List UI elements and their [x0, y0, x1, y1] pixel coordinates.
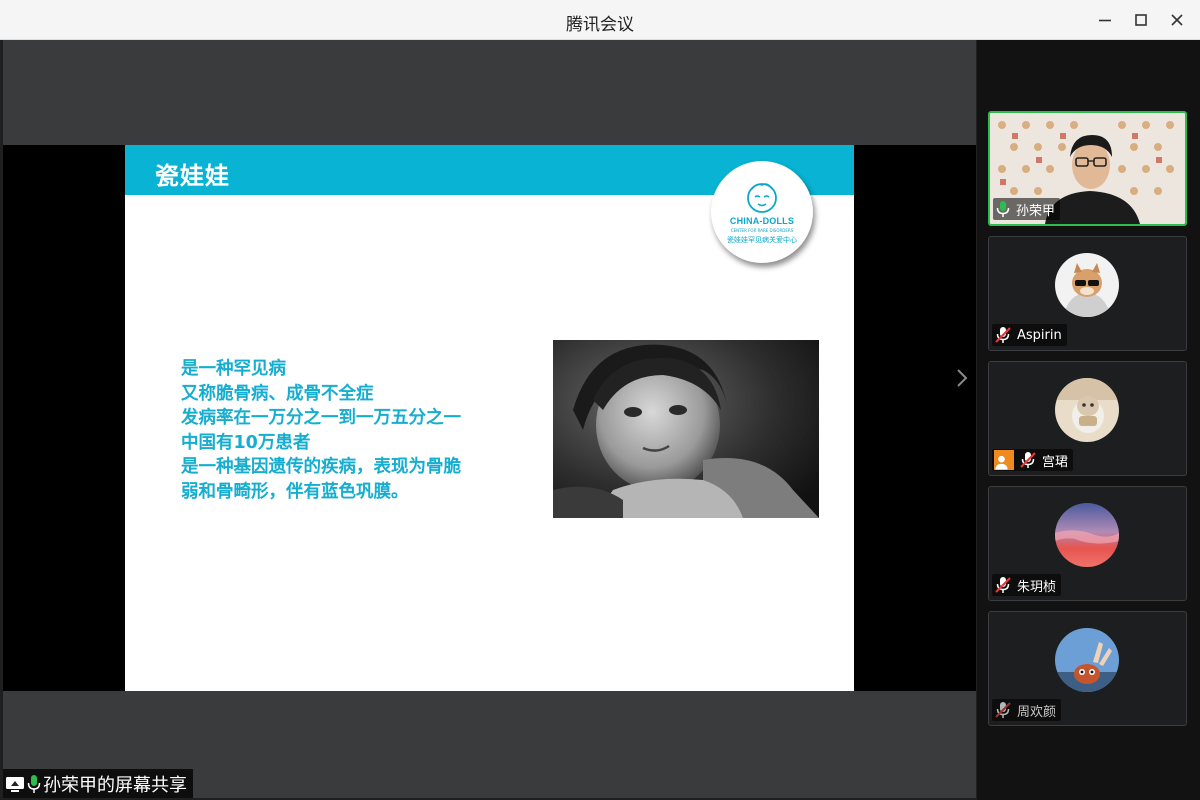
muted-microphone-icon [995, 577, 1011, 593]
minimize-button[interactable] [1091, 6, 1119, 34]
screen-share-icon [6, 776, 24, 792]
participants-panel: 孙荣甲 Aspirin 宫珺 朱玥桢 周欢颜 [977, 40, 1200, 800]
participant-name: Aspirin [1017, 327, 1062, 343]
slide-line: 又称脆骨病、成骨不全症 [181, 383, 374, 404]
window-title: 腾讯会议 [566, 15, 634, 35]
slide-line: 是一种罕见病 [181, 359, 286, 379]
china-dolls-logo: CHINA-DOLLS CENTER FOR RARE DISORDERS 瓷娃… [711, 161, 813, 263]
participant-tile[interactable]: 宫珺 [988, 361, 1187, 476]
shared-screen-area: 瓷娃娃 CHINA-DOLLS CENTER FOR RARE DISORDER… [3, 40, 976, 798]
participant-name-label: 宫珺 [992, 449, 1074, 471]
muted-microphone-icon [995, 327, 1011, 343]
slide-line: 弱和骨畸形，伴有蓝色巩膜。 [181, 481, 409, 502]
logo-wordmark: CHINA-DOLLS [729, 216, 795, 226]
screen-share-text: 孙荣甲的屏幕共享 [43, 774, 187, 796]
screen-share-label: 孙荣甲的屏幕共享 [3, 769, 193, 798]
participant-name: 周欢颜 [1017, 704, 1057, 720]
participant-name-label: Aspirin [992, 324, 1067, 346]
logo-subtitle-cn: 瓷娃娃罕见病关爱中心 [727, 236, 797, 244]
logo-subtitle-en: CENTER FOR RARE DISORDERS [730, 228, 794, 233]
slide-line: 中国有10万患者 [181, 432, 311, 453]
screen-share-badge [994, 450, 1014, 470]
avatar [1055, 378, 1119, 442]
chevron-right-icon[interactable] [955, 367, 969, 389]
participant-name: 朱玥桢 [1017, 579, 1057, 595]
slide-line: 是一种基因遗传的疾病，表现为骨脆 [181, 457, 461, 477]
title-bar: 腾讯会议 [0, 0, 1200, 40]
muted-microphone-icon [995, 702, 1011, 718]
participant-name: 宫珺 [1042, 454, 1069, 470]
slide-viewport: 瓷娃娃 CHINA-DOLLS CENTER FOR RARE DISORDER… [3, 145, 976, 691]
avatar [1055, 253, 1119, 317]
maximize-button[interactable] [1127, 6, 1155, 34]
participant-tile[interactable]: 朱玥桢 [988, 486, 1187, 601]
avatar [1055, 503, 1119, 567]
slide-title: 瓷娃娃 [155, 162, 230, 190]
presentation-slide: 瓷娃娃 CHINA-DOLLS CENTER FOR RARE DISORDER… [125, 145, 854, 691]
participant-tile[interactable]: Aspirin [988, 236, 1187, 351]
participant-name-label: 孙荣甲 [993, 198, 1061, 220]
participant-tile[interactable]: 周欢颜 [988, 611, 1187, 726]
doll-face-icon [747, 183, 777, 213]
participant-name-label: 朱玥桢 [992, 574, 1062, 596]
muted-microphone-icon [1020, 452, 1036, 468]
slide-body-text: 是一种罕见病 又称脆骨病、成骨不全症 发病率在一万分之一到一万五分之一 中国有1… [181, 357, 521, 504]
participant-name-label: 周欢颜 [992, 699, 1062, 721]
participant-name: 孙荣甲 [1016, 203, 1056, 219]
microphone-icon [27, 774, 41, 793]
person-icon [995, 455, 1008, 470]
maximize-icon [1135, 14, 1147, 26]
close-icon [1171, 14, 1183, 26]
slide-line: 发病率在一万分之一到一万五分之一 [181, 408, 461, 428]
child-photo [553, 340, 819, 518]
minimize-icon [1099, 19, 1111, 22]
avatar [1055, 628, 1119, 692]
participant-tile[interactable]: 孙荣甲 [988, 111, 1187, 226]
microphone-icon [996, 201, 1010, 217]
close-button[interactable] [1163, 6, 1191, 34]
